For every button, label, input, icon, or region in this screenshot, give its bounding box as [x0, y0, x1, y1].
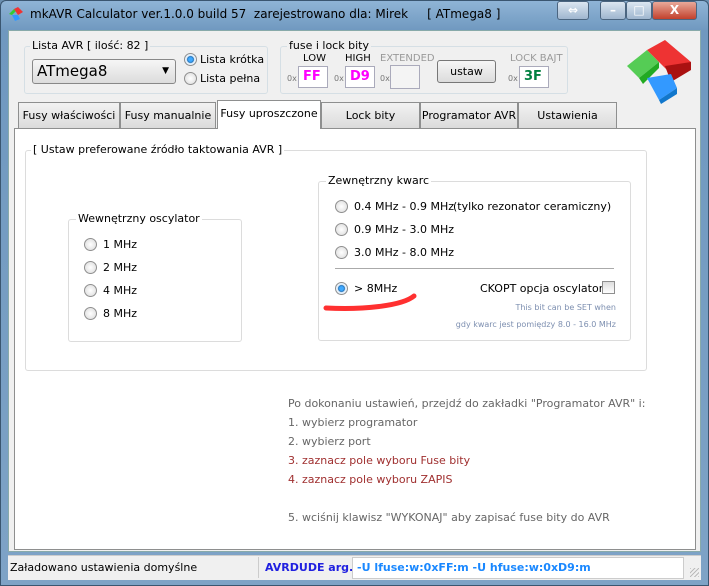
low-label: LOW [303, 53, 326, 64]
label-8mhz: 8 MHz [103, 307, 138, 320]
instruction-3: 3. zaznacz pole wyboru Fuse bity [288, 454, 471, 467]
red-underline-annotation [323, 293, 417, 311]
instruction-2: 2. wybierz port [288, 435, 371, 448]
ckopt-checkbox[interactable] [602, 281, 615, 294]
high-fuse-field[interactable]: D9 [345, 66, 375, 88]
resize-grip[interactable] [690, 568, 699, 577]
radio-0.9-3.0mhz[interactable] [335, 223, 348, 236]
resize-button[interactable]: ⇔ [557, 1, 589, 20]
status-message: Załadowano ustawienia domyślne [10, 561, 198, 574]
label-2mhz: 2 MHz [103, 261, 138, 274]
low-fuse-field[interactable]: FF [298, 66, 328, 88]
status-divider [258, 557, 259, 578]
label-0.4-0.9mhz: 0.4 MHz - 0.9 MHz [354, 200, 455, 213]
ckopt-hint-1: This bit can be SET when [515, 303, 617, 312]
clock-source-label: [ Ustaw preferowane źródło taktowania AV… [31, 143, 285, 156]
lock-byte-field[interactable]: 3F [519, 66, 549, 88]
ckopt-hint-2: gdy kwarc jest pomiędzy 8.0 - 16.0 MHz [455, 320, 616, 329]
close-button[interactable]: X [652, 1, 697, 20]
high-label: HIGH [345, 53, 371, 64]
internal-osc-group [68, 219, 242, 342]
ext-prefix: 0x [380, 74, 390, 83]
maximize-button[interactable]: □ [626, 1, 652, 20]
logo-icon [627, 40, 691, 104]
high-prefix: 0x [334, 74, 344, 83]
divider [335, 268, 614, 269]
instruction-1: 1. wybierz programator [288, 416, 418, 429]
avrdude-label: AVRDUDE arg. [265, 561, 354, 574]
ckopt-label: CKOPT opcja oscylatora [480, 282, 610, 295]
tab-fusy-manualnie[interactable]: Fusy manualnie [120, 102, 216, 129]
avr-select-value: ATmega8 [37, 62, 108, 80]
fuse-group-label: fuse i lock bity [287, 39, 371, 52]
instruction-4: 4. zaznacz pole wyboru ZAPIS [288, 473, 453, 486]
label-1mhz: 1 MHz [103, 238, 138, 251]
tab-lock-bity[interactable]: Lock bity [321, 102, 420, 129]
ceramic-note: (tylko rezonator ceramiczny) [453, 200, 612, 213]
avrdude-args-field[interactable]: -U lfuse:w:0xFF:m -U hfuse:w:0xD9:m [352, 557, 684, 579]
low-prefix: 0x [287, 74, 297, 83]
list-full-label: Lista pełna [200, 72, 261, 85]
lock-byte-label: LOCK BAJT [510, 53, 563, 64]
tab-programator-avr[interactable]: Programator AVR [420, 102, 518, 129]
label-0.9-3.0mhz: 0.9 MHz - 3.0 MHz [354, 223, 455, 236]
instructions-intro: Po dokonaniu ustawień, przejdź do zakład… [288, 397, 646, 410]
radio-4mhz[interactable] [84, 284, 97, 297]
radio-3.0-8.0mhz[interactable] [335, 246, 348, 259]
radio-0.4-0.9mhz[interactable] [335, 200, 348, 213]
extended-label: EXTENDED [380, 53, 435, 64]
instruction-5: 5. wciśnij klawisz "WYKONAJ" aby zapisać… [288, 511, 610, 524]
avr-list-label: Lista AVR [ ilość: 82 ] [30, 39, 151, 52]
window-title: mkAVR Calculator ver.1.0.0 build 57 zare… [30, 7, 501, 21]
minimize-button[interactable]: – [600, 1, 626, 20]
lock-prefix: 0x [508, 74, 518, 83]
tab-fusy-uproszczone[interactable]: Fusy uproszczone [217, 100, 321, 129]
radio-2mhz[interactable] [84, 261, 97, 274]
chevron-down-icon: ▼ [162, 66, 169, 76]
radio-8mhz[interactable] [84, 307, 97, 320]
internal-osc-label: Wewnętrzny oscylator [76, 212, 202, 225]
radio-1mhz[interactable] [84, 238, 97, 251]
list-short-radio[interactable] [184, 53, 197, 66]
set-button[interactable]: ustaw [437, 60, 496, 83]
ext-fuse-field [390, 65, 420, 89]
tab-ustawienia[interactable]: Ustawienia [518, 102, 617, 129]
list-full-radio[interactable] [184, 72, 197, 85]
app-icon [9, 7, 23, 21]
list-short-label: Lista krótka [200, 53, 265, 66]
tab-fusy-wlasciwosci[interactable]: Fusy właściwości [18, 102, 120, 129]
avr-select[interactable]: ATmega8 ▼ [32, 59, 176, 84]
label-3.0-8.0mhz: 3.0 MHz - 8.0 MHz [354, 246, 455, 259]
label-4mhz: 4 MHz [103, 284, 138, 297]
external-crystal-label: Zewnętrzny kwarc [326, 174, 432, 187]
